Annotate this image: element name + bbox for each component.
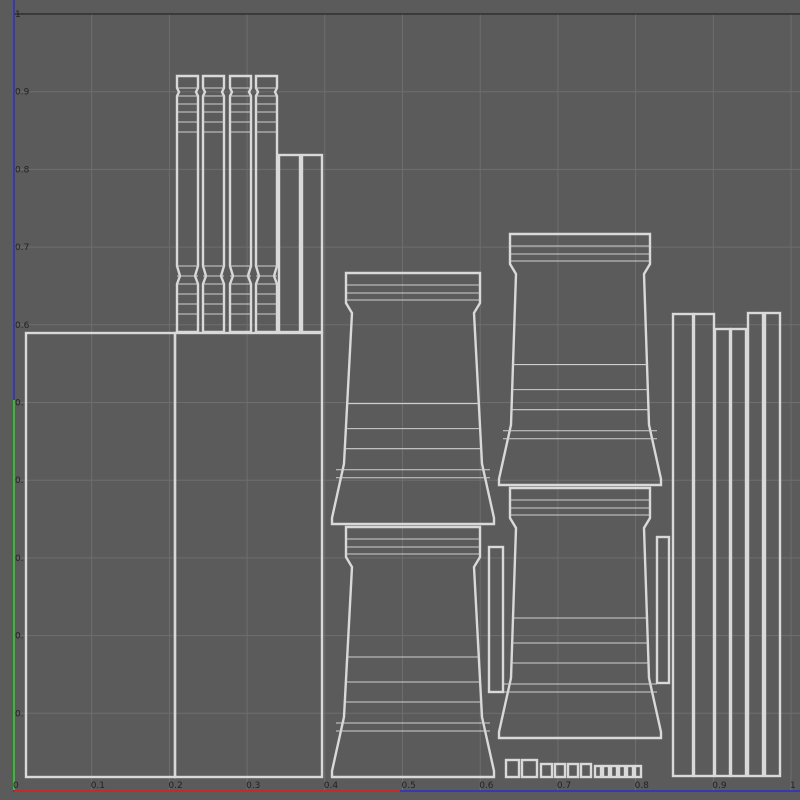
uv-island-chip-11[interactable]	[625, 764, 635, 779]
uv-island-tower-1[interactable]	[330, 271, 496, 526]
u-tick-label: 0.9	[712, 781, 727, 791]
uv-island-box-right[interactable]	[173, 331, 324, 779]
uv-island-chip-6[interactable]	[579, 762, 593, 779]
v-tick-label: 0.	[15, 709, 24, 719]
uv-island-plank-4[interactable]	[729, 327, 748, 778]
uv-island-tower-3[interactable]	[497, 232, 663, 487]
uv-island-strip-1[interactable]	[277, 153, 302, 334]
uv-island-chip-8[interactable]	[601, 764, 611, 779]
uv-island-plank-6[interactable]	[763, 311, 782, 778]
uv-island-plank-5[interactable]	[746, 311, 765, 778]
uv-island-chip-3[interactable]	[539, 762, 554, 779]
uv-island-side-strip-2[interactable]	[655, 535, 671, 685]
uv-tick-labels: 0 0.1 0.2 0.3 0.4 0.5 0.6 0.7 0.8 0.9 1 0. 0. 0. 0. 0. 0…	[13, 10, 796, 791]
uv-island-chip-10[interactable]	[617, 764, 627, 779]
uv-island-chip-9[interactable]	[609, 764, 619, 779]
v-tick-label: 0.9	[15, 88, 30, 98]
u-tick-label: 0.6	[479, 781, 494, 791]
uv-island-plank-1[interactable]	[671, 312, 695, 778]
v-tick-label: 0.7	[15, 243, 29, 253]
u-tick-label: 0.4	[324, 781, 339, 791]
v-tick-label: 0.8	[15, 165, 30, 175]
u-tick-label: 0.2	[168, 781, 182, 791]
uv-island-chip-12[interactable]	[633, 764, 643, 779]
uv-island-chip-7[interactable]	[593, 764, 603, 779]
uv-island-chip-4[interactable]	[553, 762, 567, 779]
uv-island-chip-1[interactable]	[504, 758, 521, 779]
uv-editor-viewport[interactable]: 0 0.1 0.2 0.3 0.4 0.5 0.6 0.7 0.8 0.9 1 0. 0. 0. 0. 0. 0…	[0, 0, 800, 800]
uv-island-tower-2[interactable]	[330, 525, 496, 779]
uv-canvas[interactable]: 0 0.1 0.2 0.3 0.4 0.5 0.6 0.7 0.8 0.9 1 0. 0. 0. 0. 0. 0…	[0, 0, 800, 800]
u-tick-label: 0.7	[557, 781, 571, 791]
v-tick-label: 0.	[15, 399, 24, 409]
uv-island-tower-4[interactable]	[497, 486, 663, 740]
uv-axes	[13, 0, 800, 792]
v-tick-label: 0.	[15, 554, 24, 564]
uv-island-strip-2[interactable]	[300, 153, 324, 334]
u-tick-label: 0.5	[402, 781, 416, 791]
uv-island-chip-5[interactable]	[566, 762, 580, 779]
uv-grid	[14, 13, 800, 791]
u-tick-label: 0.1	[91, 781, 105, 791]
v-tick-label: 0.	[15, 476, 24, 486]
u-tick-label: 0.3	[246, 781, 260, 791]
v-tick-label: 0.6	[15, 321, 30, 331]
v-tick-label: 1	[15, 10, 21, 20]
u-tick-label: 1	[790, 781, 796, 791]
uv-island-box-left[interactable]	[24, 331, 177, 779]
uv-island-side-strip-1[interactable]	[487, 545, 505, 694]
uv-island-chip-2[interactable]	[520, 758, 539, 779]
u-tick-label: 0.8	[635, 781, 650, 791]
u-tick-label: 0	[13, 781, 19, 791]
uv-island-plank-2[interactable]	[692, 312, 716, 778]
v-tick-label: 0.	[15, 632, 24, 642]
uv-island-plank-3[interactable]	[713, 327, 732, 778]
